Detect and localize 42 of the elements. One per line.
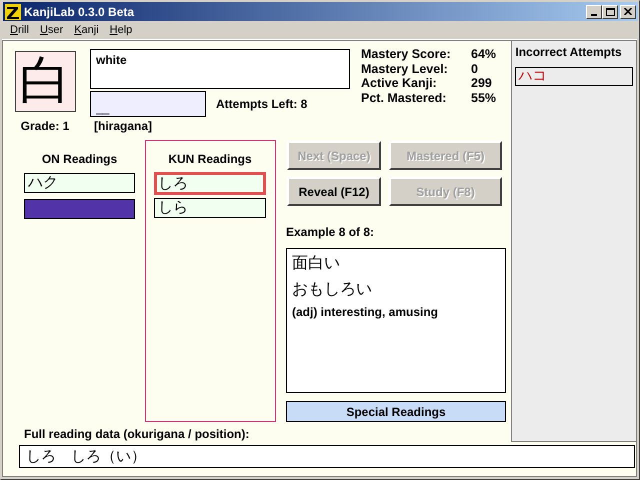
grade-label: Grade: 1: [20, 119, 70, 133]
readings-heading: ON Readings: [40, 152, 118, 166]
example-reading: おもしろい: [292, 279, 373, 299]
maximize-icon: [606, 8, 614, 16]
maximize-button[interactable]: [602, 4, 618, 18]
answer-field[interactable]: __: [90, 91, 206, 117]
kanji-card: 白: [14, 51, 76, 112]
attempts-left: Attempts Left: 8: [216, 97, 308, 111]
reading-field[interactable]: しら: [154, 198, 266, 218]
stat-value: 55%: [471, 90, 498, 105]
stat-label: Pct. Mastered:: [361, 90, 448, 105]
reading-field[interactable]: ハク: [24, 173, 135, 193]
reading-field[interactable]: しろ: [154, 172, 266, 195]
menu-item[interactable]: User: [34, 24, 70, 36]
stat-label: Mastery Score:: [361, 47, 452, 62]
special-readings-button[interactable]: Special Readings: [286, 401, 506, 422]
example-word: 面白い: [292, 253, 341, 273]
close-icon: [624, 8, 632, 15]
example-counter: Example 8 of 8:: [286, 225, 376, 239]
stat-value: 299: [471, 76, 493, 90]
stat-value: 0: [471, 62, 479, 76]
minimize-icon: [591, 14, 597, 16]
incorrect-attempt: ハコ: [515, 67, 633, 86]
full-reading-label: Full reading data (okurigana / position):: [24, 427, 250, 441]
action-button[interactable]: Reveal (F12): [287, 177, 381, 206]
input-hint: [hiragana]: [94, 119, 154, 133]
minimize-button[interactable]: [586, 4, 602, 18]
example-meaning: (adj) interesting, amusing: [292, 305, 440, 319]
incorrect-heading: Incorrect Attempts: [515, 45, 623, 59]
full-reading-field: しろ しろ（い）: [19, 445, 635, 468]
app-logo-icon: [5, 4, 21, 20]
stat-label: Mastery Level:: [361, 62, 449, 76]
close-button[interactable]: [620, 4, 636, 18]
readings-heading: KUN Readings: [167, 152, 253, 166]
menu-item[interactable]: Drill: [5, 24, 35, 36]
stat-value: 64%: [471, 47, 498, 62]
window-title: KanjiLab 0.3.0 Beta: [24, 4, 136, 18]
reading-field[interactable]: [24, 199, 135, 219]
menu-item[interactable]: Kanji: [69, 24, 105, 36]
menu-item[interactable]: Help: [104, 24, 138, 36]
stat-label: Active Kanji:: [361, 76, 438, 90]
meaning-field[interactable]: white: [90, 49, 350, 89]
